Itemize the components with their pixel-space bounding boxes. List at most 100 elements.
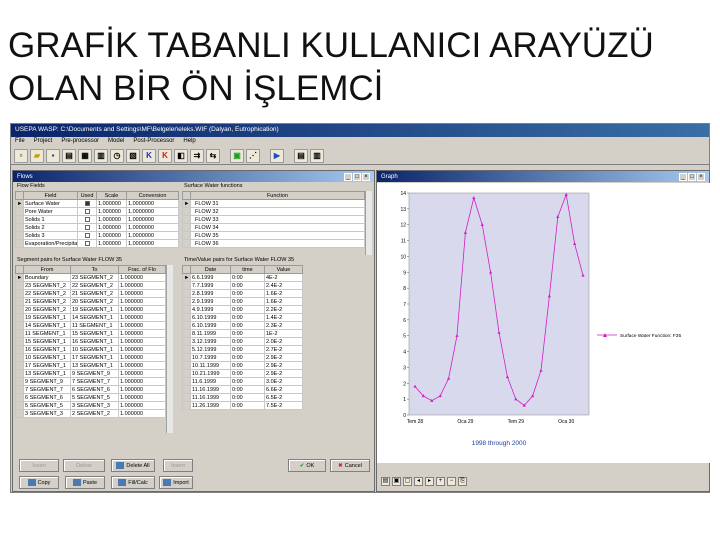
table-row[interactable]: 10 SEGMENT_1 17 SEGMENT_1 1.000000 xyxy=(15,353,166,362)
table-row[interactable]: 5 SEGMENT_5 3 SEGMENT_3 1.000000 xyxy=(15,401,166,410)
pan-left-icon[interactable]: ◂ xyxy=(414,477,423,486)
table-row[interactable]: Pore Water 1.000000 1.0000000 xyxy=(15,207,179,216)
to-cell[interactable]: 10 SEGMENT_1 xyxy=(70,345,119,354)
delete-button[interactable]: Delete xyxy=(63,459,105,472)
menu-file[interactable]: File xyxy=(15,138,25,146)
frac-cell[interactable]: 1.000000 xyxy=(118,281,166,290)
maximize-icon[interactable]: □ xyxy=(688,172,696,181)
time-cell[interactable]: 0:00 xyxy=(230,361,265,370)
table-row[interactable]: FLOW 33 xyxy=(182,215,365,224)
table-row[interactable]: 14 SEGMENT_1 11 SEGMENT_1 1.000000 xyxy=(15,321,166,330)
menu-help[interactable]: Help xyxy=(183,138,195,146)
menu-preprocessor[interactable]: Pre-processor xyxy=(61,138,99,146)
run-icon[interactable]: ▶ xyxy=(270,148,284,163)
table-row[interactable]: 2.8.1999 0:00 1.6E-2 xyxy=(182,289,303,298)
zoom-in-icon[interactable]: + xyxy=(436,477,445,486)
col-value[interactable]: Value xyxy=(264,265,303,274)
table-row[interactable]: FLOW 36 xyxy=(182,239,365,248)
time-cell[interactable]: 0:00 xyxy=(230,321,265,330)
clock-icon[interactable]: ◷ xyxy=(110,148,124,163)
scale-cell[interactable]: 1.000000 xyxy=(96,215,127,224)
scatter-icon[interactable]: ⋰ xyxy=(246,148,260,163)
used-cell[interactable] xyxy=(77,215,97,224)
function-cell[interactable]: FLOW 34 xyxy=(190,223,365,232)
used-checkbox[interactable] xyxy=(84,216,90,222)
table-row[interactable]: 3 SEGMENT_3 2 SEGMENT_2 1.000000 xyxy=(15,409,166,418)
col-scale[interactable]: Scale xyxy=(96,191,127,200)
field-cell[interactable]: Surface Water xyxy=(23,199,78,208)
spreadsheet-icon[interactable]: ▤ xyxy=(294,148,308,163)
menu-project[interactable]: Project xyxy=(34,138,53,146)
table-row[interactable]: Solids 3 1.000000 1.0000000 xyxy=(15,231,179,240)
value-cell[interactable]: 1.6E-2 xyxy=(264,289,303,298)
date-cell[interactable]: 6.10.1999 xyxy=(190,313,231,322)
table-row[interactable]: 6.10.1999 0:00 2.3E-2 xyxy=(182,321,303,330)
frac-cell[interactable]: 1.000000 xyxy=(118,289,166,298)
scale-cell[interactable]: 1.000000 xyxy=(96,207,127,216)
value-cell[interactable]: 2.9E-2 xyxy=(264,353,303,362)
from-cell[interactable]: 5 SEGMENT_5 xyxy=(23,401,71,410)
conversion-cell[interactable]: 1.0000000 xyxy=(126,231,179,240)
table-row[interactable]: 11.26.1999 0:00 7.5E-2 xyxy=(182,401,303,410)
used-cell[interactable] xyxy=(77,199,97,208)
date-cell[interactable]: 8.11.1999 xyxy=(190,329,231,338)
from-cell[interactable]: 17 SEGMENT_1 xyxy=(23,361,71,370)
value-cell[interactable]: 6.5E-2 xyxy=(264,393,303,402)
time-cell[interactable]: 0:00 xyxy=(230,337,265,346)
functions-scrollbar[interactable] xyxy=(365,191,372,255)
zoom-box-icon[interactable]: ▢ xyxy=(403,477,412,486)
open-folder-icon[interactable]: ▰ xyxy=(30,148,44,163)
table-row[interactable]: 11 SEGMENT_1 15 SEGMENT_1 1.000000 xyxy=(15,329,166,338)
value-cell[interactable]: 7.5E-2 xyxy=(264,401,303,410)
date-cell[interactable]: 2.9.1999 xyxy=(190,297,231,306)
pan-right-icon[interactable]: ▸ xyxy=(425,477,434,486)
table-row[interactable]: 11.16.1999 0:00 6.6E-2 xyxy=(182,385,303,394)
table-row[interactable]: 21 SEGMENT_2 20 SEGMENT_2 1.000000 xyxy=(15,297,166,306)
from-cell[interactable]: 13 SEGMENT_1 xyxy=(23,369,71,378)
used-checkbox[interactable] xyxy=(84,240,90,246)
used-cell[interactable] xyxy=(77,207,97,216)
time-cell[interactable]: 0:00 xyxy=(230,329,265,338)
menu-model[interactable]: Model xyxy=(108,138,124,146)
cancel-button[interactable]: ✖ Cancel xyxy=(330,459,370,472)
to-cell[interactable]: 11 SEGMENT_1 xyxy=(70,321,119,330)
to-cell[interactable]: 9 SEGMENT_9 xyxy=(70,369,119,378)
field-cell[interactable]: Pore Water xyxy=(23,207,78,216)
value-cell[interactable]: 1E-2 xyxy=(264,329,303,338)
used-cell[interactable] xyxy=(77,223,97,232)
frac-cell[interactable]: 1.000000 xyxy=(118,377,166,386)
table-row[interactable]: FLOW 35 xyxy=(182,231,365,240)
scale-cell[interactable]: 1.000000 xyxy=(96,223,127,232)
zoom-fit-icon[interactable]: ▣ xyxy=(392,477,401,486)
close-icon[interactable]: × xyxy=(697,172,705,181)
frac-cell[interactable]: 1.000000 xyxy=(118,321,166,330)
table-row[interactable]: 10.11.1999 0:00 2.9E-2 xyxy=(182,361,303,370)
frac-cell[interactable]: 1.000000 xyxy=(118,273,166,282)
k-red-icon[interactable]: K xyxy=(158,148,172,163)
value-cell[interactable]: 2.3E-2 xyxy=(264,321,303,330)
table-row[interactable]: 13 SEGMENT_1 9 SEGMENT_9 1.000000 xyxy=(15,369,166,378)
to-cell[interactable]: 5 SEGMENT_5 xyxy=(70,393,119,402)
date-cell[interactable]: 10.21.1999 xyxy=(190,369,231,378)
time-cell[interactable]: 0:00 xyxy=(230,393,265,402)
to-cell[interactable]: 17 SEGMENT_1 xyxy=(70,353,119,362)
frac-cell[interactable]: 1.000000 xyxy=(118,385,166,394)
time-cell[interactable]: 0:00 xyxy=(230,281,265,290)
gauge-icon[interactable]: ◧ xyxy=(174,148,188,163)
conversion-cell[interactable]: 1.0000000 xyxy=(126,199,179,208)
table-row[interactable]: 10.21.1999 0:00 2.9E-2 xyxy=(182,369,303,378)
zoom-out-icon[interactable]: − xyxy=(447,477,456,486)
value-cell[interactable]: 1.6E-2 xyxy=(264,297,303,306)
conversion-cell[interactable]: 1.0000000 xyxy=(126,207,179,216)
value-cell[interactable]: 2.7E-2 xyxy=(264,345,303,354)
delete-all-button[interactable]: Delete All xyxy=(111,459,155,472)
to-cell[interactable]: 20 SEGMENT_2 xyxy=(70,297,119,306)
value-cell[interactable]: 1.4E-2 xyxy=(264,313,303,322)
used-checkbox[interactable] xyxy=(84,200,90,206)
to-cell[interactable]: 2 SEGMENT_2 xyxy=(70,409,119,418)
function-cell[interactable]: FLOW 32 xyxy=(190,207,365,216)
conversion-cell[interactable]: 1.0000000 xyxy=(126,215,179,224)
to-cell[interactable]: 22 SEGMENT_2 xyxy=(70,281,119,290)
from-cell[interactable]: 6 SEGMENT_6 xyxy=(23,393,71,402)
value-cell[interactable]: 6.6E-2 xyxy=(264,385,303,394)
